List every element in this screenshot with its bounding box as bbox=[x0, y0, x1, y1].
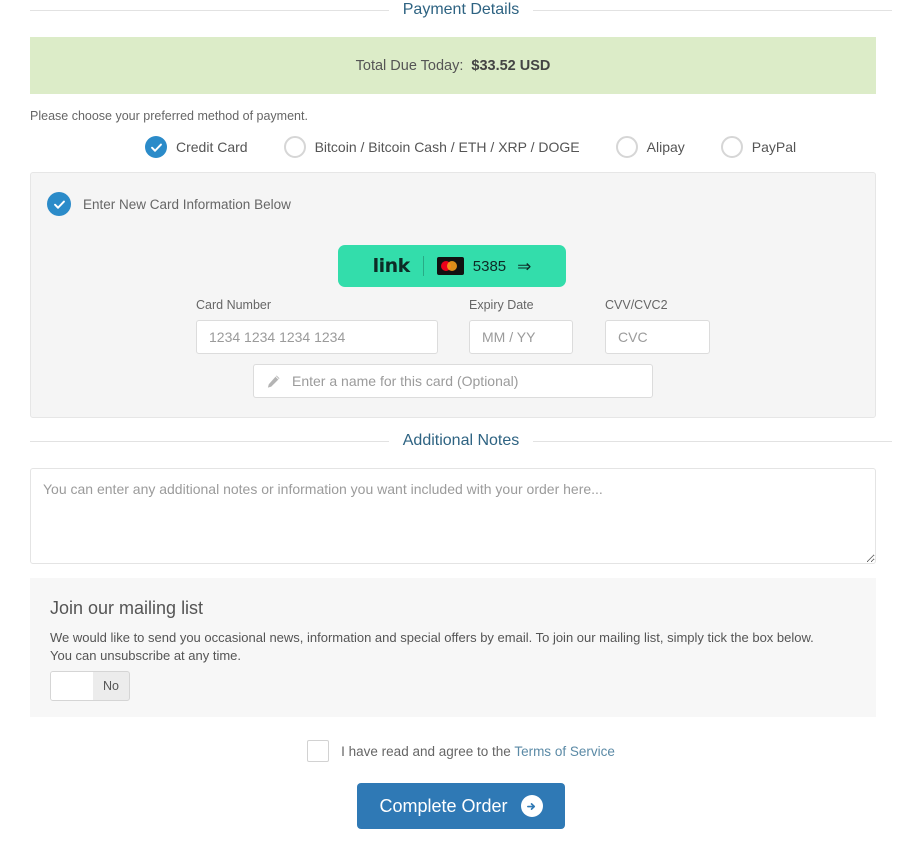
additional-notes-heading: Additional Notes bbox=[30, 431, 893, 451]
radio-unselected-icon[interactable] bbox=[615, 136, 638, 158]
mailing-list-toggle[interactable]: No bbox=[50, 671, 130, 701]
new-card-panel-header[interactable]: Enter New Card Information Below bbox=[31, 173, 875, 216]
cvv-label: CVV/CVC2 bbox=[605, 298, 668, 312]
card-last4: 5385 bbox=[472, 257, 507, 275]
card-number-input[interactable] bbox=[196, 320, 438, 354]
card-name-input[interactable] bbox=[290, 372, 640, 390]
divider-left bbox=[30, 440, 389, 442]
cvv-input[interactable] bbox=[605, 320, 710, 354]
terms-row: I have read and agree to the Terms of Se… bbox=[0, 740, 922, 762]
toggle-knob bbox=[51, 672, 93, 700]
payment-method-radio-group: Credit Card Bitcoin / Bitcoin Cash / ETH… bbox=[145, 136, 832, 158]
new-card-panel-label: Enter New Card Information Below bbox=[83, 196, 291, 212]
complete-order-label: Complete Order bbox=[379, 795, 508, 816]
submit-row: Complete Order bbox=[0, 783, 922, 829]
expiry-date-input[interactable] bbox=[469, 320, 573, 354]
total-due-label: Total Due Today: bbox=[355, 57, 464, 74]
radio-selected-icon[interactable] bbox=[145, 136, 167, 158]
double-arrow-icon: ⇒ bbox=[517, 256, 532, 276]
payment-option-label: Credit Card bbox=[176, 139, 248, 155]
mailing-list-panel: Join our mailing list We would like to s… bbox=[30, 578, 876, 717]
payment-option-label: PayPal bbox=[751, 139, 797, 155]
link-wordmark: link bbox=[372, 255, 411, 277]
payment-option-label: Alipay bbox=[646, 139, 685, 155]
expiry-date-label: Expiry Date bbox=[469, 298, 534, 312]
mailing-list-title: Join our mailing list bbox=[50, 598, 204, 618]
complete-order-button[interactable]: Complete Order bbox=[357, 783, 565, 829]
mastercard-icon bbox=[436, 257, 464, 275]
arrow-right-icon bbox=[520, 795, 543, 817]
total-due-amount: $33.52 USD bbox=[471, 57, 551, 74]
payment-option-label: Bitcoin / Bitcoin Cash / ETH / XRP / DOG… bbox=[314, 139, 580, 155]
payment-method-prompt: Please choose your preferred method of p… bbox=[30, 109, 308, 123]
radio-unselected-icon[interactable] bbox=[283, 136, 306, 158]
badge-divider bbox=[422, 256, 424, 276]
terms-text: I have read and agree to the Terms of Se… bbox=[341, 744, 615, 759]
terms-checkbox[interactable] bbox=[307, 740, 330, 762]
divider-left bbox=[30, 9, 389, 11]
card-name-field[interactable] bbox=[253, 364, 653, 398]
terms-of-service-link[interactable]: Terms of Service bbox=[514, 744, 615, 759]
terms-text-prefix: I have read and agree to the bbox=[341, 743, 511, 759]
checkout-page: Payment Details Total Due Today: $33.52 … bbox=[0, 0, 922, 841]
radio-unselected-icon[interactable] bbox=[720, 136, 743, 158]
payment-details-heading: Payment Details bbox=[30, 0, 892, 20]
divider-right bbox=[533, 9, 892, 11]
payment-option-credit-card[interactable]: Credit Card bbox=[145, 136, 248, 158]
section-title: Additional Notes bbox=[402, 432, 520, 449]
payment-option-alipay[interactable]: Alipay bbox=[615, 136, 685, 158]
check-circle-icon bbox=[47, 192, 71, 216]
card-number-label: Card Number bbox=[196, 298, 272, 312]
divider-right bbox=[533, 440, 893, 442]
pencil-icon bbox=[266, 374, 281, 389]
payment-option-crypto[interactable]: Bitcoin / Bitcoin Cash / ETH / XRP / DOG… bbox=[283, 136, 580, 158]
link-pay-badge[interactable]: link 5385 ⇒ bbox=[338, 245, 566, 287]
total-due-banner: Total Due Today: $33.52 USD bbox=[30, 37, 876, 94]
payment-option-paypal[interactable]: PayPal bbox=[720, 136, 797, 158]
additional-notes-textarea[interactable] bbox=[30, 468, 876, 564]
section-title: Payment Details bbox=[402, 1, 520, 18]
mailing-list-description: We would like to send you occasional new… bbox=[50, 630, 814, 663]
toggle-state-label: No bbox=[103, 679, 119, 693]
